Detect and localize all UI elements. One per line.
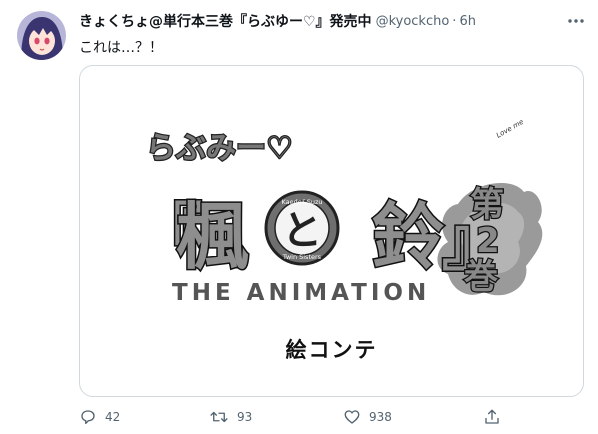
title-char-suzu: 鈴	[372, 195, 444, 279]
retweet-icon	[210, 411, 228, 423]
avatar[interactable]	[17, 11, 66, 60]
media-card[interactable]: らぶみー♡ Love me 『 楓 鈴 』 と Kaede&Suzu Twin …	[79, 65, 584, 397]
like-button[interactable]: 938	[343, 405, 392, 429]
like-count: 938	[369, 410, 392, 424]
tweet-text: これは…？！	[79, 40, 163, 56]
reply-count: 42	[105, 410, 121, 424]
logo-line1: らぶみー♡	[145, 130, 294, 168]
subtitle-the-animation: THE ANIMATION	[172, 280, 430, 306]
logo-small-script: Love me	[495, 118, 525, 140]
timestamp[interactable]: 6h	[459, 14, 476, 29]
user-handle[interactable]: @kyockcho	[376, 14, 450, 29]
caption-ekonte: 絵コンテ	[285, 337, 378, 362]
action-bar: 42 93 938	[79, 405, 509, 429]
more-dots-icon	[568, 19, 584, 23]
display-name[interactable]: きょくちょ@単行本三巻『らぶゆー♡』発売中	[79, 11, 372, 31]
separator-dot: ·	[452, 13, 457, 29]
retweet-count: 93	[237, 410, 253, 424]
retweet-button[interactable]: 93	[209, 405, 252, 429]
more-options-button[interactable]	[566, 12, 586, 30]
reply-button[interactable]: 42	[79, 405, 120, 429]
badge-bottom-text: Twin Sisters	[282, 253, 322, 261]
share-button[interactable]	[483, 405, 509, 429]
title-char-to: と	[282, 208, 322, 254]
avatar-image	[17, 11, 66, 60]
logo-line1-text: らぶみー♡	[146, 131, 293, 166]
badge-top-text: Kaede&Suzu	[281, 198, 322, 206]
share-icon	[485, 409, 499, 424]
heart-icon	[344, 410, 360, 424]
tweet-header: きょくちょ@単行本三巻『らぶゆー♡』発売中 @kyockcho · 6h	[79, 11, 558, 31]
volume-number: 2	[476, 221, 500, 261]
volume-char-kan: 巻	[464, 257, 498, 297]
volume-char-dai: 第	[470, 185, 504, 225]
reply-icon	[81, 410, 95, 425]
title-badge: と Kaede&Suzu Twin Sisters	[264, 190, 340, 266]
title-char-kaede: 楓	[176, 195, 249, 279]
